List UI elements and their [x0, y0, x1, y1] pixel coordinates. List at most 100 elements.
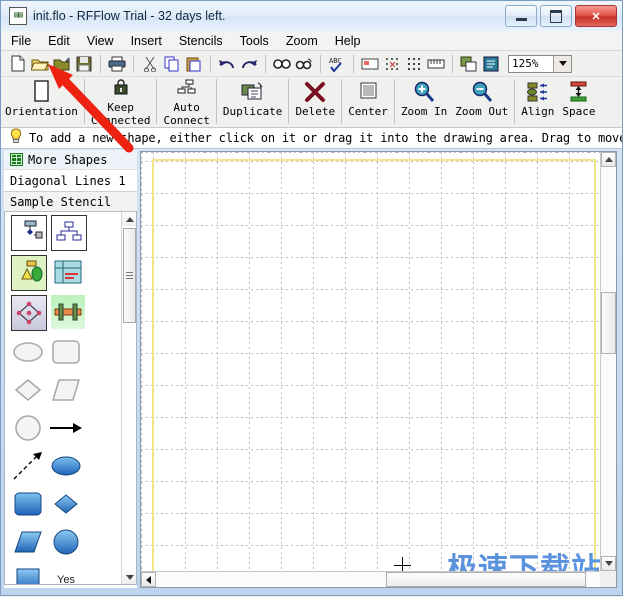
delete-x-icon — [303, 79, 327, 105]
menu-help[interactable]: Help — [335, 34, 361, 48]
palette-scroll-thumb[interactable] — [123, 228, 136, 323]
toolbar-separator — [353, 54, 354, 73]
toolbar-separator — [320, 54, 321, 73]
scroll-down-button[interactable] — [601, 556, 616, 571]
hint-text: To add a new shape, either click on it o… — [29, 131, 622, 145]
shape-circle-blue[interactable] — [49, 525, 83, 559]
space-icon — [567, 79, 591, 105]
replace-icon[interactable] — [293, 53, 315, 75]
page-setup-icon[interactable] — [359, 53, 381, 75]
window-controls: ✕ — [505, 5, 617, 27]
auto-connect-line2: Connect — [163, 114, 210, 127]
flowchart-thumb-2[interactable] — [51, 215, 87, 251]
shape-parallelogram-blue[interactable] — [11, 525, 45, 559]
palette-scroll-up-button[interactable] — [122, 212, 136, 226]
shape-rounded-rect-gray[interactable] — [49, 335, 83, 369]
flowchart-thumb-5[interactable] — [11, 295, 47, 331]
minimize-button[interactable] — [505, 5, 537, 27]
open-icon[interactable] — [29, 53, 51, 75]
stencil-group-row[interactable]: Diagonal Lines 1 — [4, 170, 137, 192]
redo-icon[interactable] — [238, 53, 260, 75]
toolbar-separator — [393, 79, 395, 124]
flowchart-thumb-3[interactable] — [11, 255, 47, 291]
palette-label-yes[interactable]: Yes — [49, 563, 83, 584]
toolbar-separator — [83, 79, 85, 124]
orientation-label: Orientation — [5, 105, 78, 118]
zoom-out-button[interactable]: Zoom Out — [451, 77, 512, 126]
menu-zoom[interactable]: Zoom — [286, 34, 318, 48]
cut-icon[interactable] — [139, 53, 161, 75]
duplicate-button[interactable]: Duplicate — [219, 77, 287, 126]
shape-ellipse-gray[interactable] — [11, 335, 45, 369]
vertical-scroll-thumb[interactable] — [601, 292, 616, 354]
flowchart-thumb-1[interactable] — [11, 215, 47, 251]
lightbulb-icon — [9, 128, 23, 148]
shape-ellipse-blue[interactable] — [49, 449, 83, 483]
stencil-group-label: Diagonal Lines 1 — [10, 173, 126, 188]
toolbar-separator — [265, 54, 266, 73]
menu-file[interactable]: File — [11, 34, 31, 48]
undo-icon[interactable] — [216, 53, 238, 75]
keep-connected-button[interactable]: Keep Connected — [87, 77, 155, 127]
flowchart-thumb-4[interactable] — [51, 255, 85, 289]
more-shapes-button[interactable]: More Shapes — [4, 150, 137, 170]
page-orientation-icon — [31, 79, 51, 105]
drawing-canvas[interactable]: 极速下载站 — [140, 151, 617, 588]
app-document-icon: ▤▤ — [9, 7, 27, 25]
close-button[interactable]: ✕ — [575, 5, 617, 27]
zoom-in-button[interactable]: Zoom In — [397, 77, 451, 126]
spellcheck-icon[interactable]: ABC — [326, 53, 348, 75]
auto-connect-button[interactable]: Auto Connect — [159, 77, 213, 127]
toolbar-separator — [341, 79, 343, 124]
center-button[interactable]: Center — [344, 77, 392, 126]
shape-diamond-gray[interactable] — [11, 373, 45, 407]
scrollbar-corner — [600, 571, 616, 587]
keep-connected-line2: Connected — [90, 114, 151, 127]
palette-scroll-down-button[interactable] — [122, 570, 136, 584]
zoom-in-label: Zoom In — [400, 105, 448, 118]
copy-icon[interactable] — [161, 53, 183, 75]
auto-connect-icon — [175, 79, 199, 101]
keep-connected-lock-icon — [111, 79, 131, 101]
orientation-button[interactable]: Orientation — [1, 77, 82, 126]
menu-stencils[interactable]: Stencils — [179, 34, 223, 48]
chevron-down-icon[interactable] — [553, 55, 571, 72]
canvas-surface[interactable] — [141, 152, 600, 571]
zoom-combo[interactable]: 125% — [508, 54, 572, 73]
snap-icon[interactable] — [381, 53, 403, 75]
shape-circle-gray[interactable] — [11, 411, 45, 445]
scroll-left-button[interactable] — [141, 572, 156, 587]
print-icon[interactable] — [106, 53, 128, 75]
space-label: Space — [562, 105, 596, 118]
flowchart-thumb-6[interactable] — [51, 295, 85, 329]
align-button[interactable]: Align — [517, 77, 558, 126]
new-icon[interactable] — [7, 53, 29, 75]
paste-icon[interactable] — [183, 53, 205, 75]
shape-rrect-blue[interactable] — [11, 487, 45, 521]
palette-scrollbar[interactable] — [121, 212, 136, 584]
space-button[interactable]: Space — [558, 77, 599, 126]
menu-edit[interactable]: Edit — [48, 34, 70, 48]
save-icon[interactable] — [73, 53, 95, 75]
delete-button[interactable]: Delete — [291, 77, 339, 126]
find-icon[interactable] — [271, 53, 293, 75]
open-recent-icon[interactable] — [51, 53, 73, 75]
canvas-horizontal-scrollbar[interactable] — [141, 571, 600, 587]
menu-view[interactable]: View — [87, 34, 114, 48]
align-label: Align — [521, 105, 555, 118]
menu-tools[interactable]: Tools — [240, 34, 269, 48]
shape-pentagon-blue[interactable] — [11, 563, 45, 584]
shape-dashed-arrow[interactable] — [11, 449, 45, 483]
maximize-button[interactable] — [540, 5, 572, 27]
shape-arrow-right[interactable] — [49, 411, 83, 445]
horizontal-scroll-thumb[interactable] — [386, 572, 586, 587]
ruler-icon[interactable] — [425, 53, 447, 75]
properties-icon[interactable] — [480, 53, 502, 75]
scroll-up-button[interactable] — [601, 152, 616, 167]
canvas-vertical-scrollbar[interactable] — [600, 152, 616, 571]
shape-parallelogram-gray[interactable] — [49, 373, 83, 407]
dots-grid-icon[interactable] — [403, 53, 425, 75]
menu-insert[interactable]: Insert — [131, 34, 162, 48]
shape-diamond-blue[interactable] — [49, 487, 83, 521]
layers-icon[interactable] — [458, 53, 480, 75]
